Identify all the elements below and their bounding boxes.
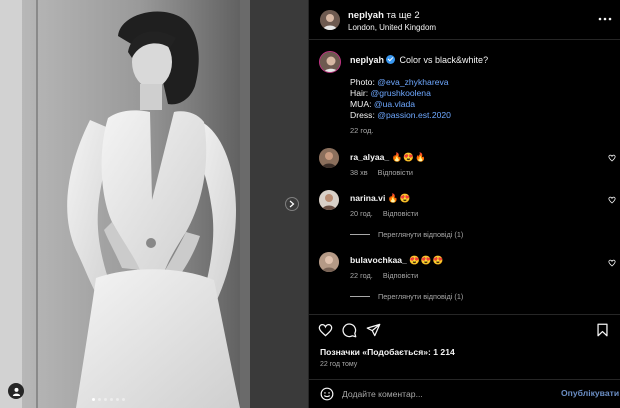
coauthors-link[interactable]: та ще 2 <box>387 10 420 21</box>
credit-handle-link[interactable]: @eva_zhykhareva <box>377 77 448 87</box>
comment-button[interactable] <box>342 323 357 340</box>
credit-line: MUA: @ua.vlada <box>350 99 451 110</box>
credit-line: Hair: @grushkoolena <box>350 88 451 99</box>
carousel-dot <box>110 398 113 401</box>
author-username[interactable]: neplyah <box>348 10 384 21</box>
comment-text: 😍😍😍 <box>409 255 445 265</box>
caption-time: 22 год. <box>350 126 374 135</box>
comment-text: 🔥😍🔥 <box>391 152 427 162</box>
avatar-image <box>319 148 339 168</box>
comment-text: 🔥😍 <box>387 193 412 203</box>
comment-like-button[interactable] <box>608 154 616 164</box>
publish-comment-button[interactable]: Опублікувати <box>561 388 619 398</box>
credit-handle-link[interactable]: @passion.est.2020 <box>377 110 451 120</box>
verified-badge-icon <box>386 55 396 64</box>
heart-icon <box>608 154 616 162</box>
carousel-indicator <box>92 398 125 401</box>
credit-role: Dress: <box>350 110 375 120</box>
user-icon <box>12 387 20 396</box>
credit-role: Photo: <box>350 77 375 87</box>
more-horizontal-icon <box>598 17 612 21</box>
view-replies-label: Переглянути відповіді (1) <box>378 230 464 239</box>
reply-button[interactable]: Відповісти <box>383 271 418 280</box>
comment-like-button[interactable] <box>608 196 616 206</box>
author-avatar[interactable] <box>320 10 340 30</box>
avatar-image <box>320 52 340 72</box>
heart-icon <box>608 259 616 267</box>
caption-line: neplyah Color vs black&white? <box>350 55 488 65</box>
comment-line: bulavochkaa_ 😍😍😍 <box>350 255 444 266</box>
emoji-icon <box>320 387 334 401</box>
comment-like-button[interactable] <box>608 259 616 269</box>
save-button[interactable] <box>596 323 609 339</box>
post-timestamp: 22 год тому <box>320 361 358 368</box>
like-button[interactable] <box>318 323 333 339</box>
avatar-image <box>319 252 339 272</box>
bookmark-icon <box>597 323 608 337</box>
commenter-username[interactable]: ra_alyaa_ <box>350 152 389 162</box>
commenter-username[interactable]: bulavochkaa_ <box>350 255 407 265</box>
reply-button[interactable]: Відповісти <box>383 209 418 218</box>
action-bar <box>309 314 620 344</box>
share-button[interactable] <box>366 323 381 339</box>
send-icon <box>366 323 381 337</box>
likes-count[interactable]: Позначки «Подобається»: 1 214 <box>320 347 455 357</box>
carousel-next-button[interactable] <box>285 197 299 211</box>
comment-time: 20 год. <box>350 209 373 218</box>
comment-input[interactable] <box>342 386 542 401</box>
replies-divider <box>350 234 370 235</box>
reply-button[interactable]: Відповісти <box>378 168 413 177</box>
avatar-image <box>320 10 340 30</box>
carousel-dot <box>116 398 119 401</box>
tagged-users-button[interactable] <box>8 383 24 399</box>
credit-role: Hair: <box>350 88 369 98</box>
comment-line: narina.vi 🔥😍 <box>350 193 411 204</box>
instagram-post-modal: neplyah та ще 2 London, United Kingdom n… <box>0 0 620 408</box>
photo-image <box>0 0 308 408</box>
heart-icon <box>318 323 333 337</box>
comment-meta: 38 хв Відповісти <box>350 168 423 177</box>
credit-role: MUA: <box>350 99 372 109</box>
carousel-dot <box>104 398 107 401</box>
commenter-avatar[interactable] <box>319 252 339 272</box>
carousel-dot <box>98 398 101 401</box>
commenter-username[interactable]: narina.vi <box>350 193 385 203</box>
add-comment-bar: Опублікувати <box>309 379 620 408</box>
comment-meta: 20 год. Відповісти <box>350 209 428 218</box>
comment-time: 22 год. <box>350 271 373 280</box>
replies-divider <box>350 296 370 297</box>
credit-line: Photo: @eva_zhykhareva <box>350 77 451 88</box>
view-replies-label: Переглянути відповіді (1) <box>378 292 464 301</box>
credit-handle-link[interactable]: @grushkoolena <box>371 88 431 98</box>
more-options-button[interactable] <box>598 13 612 23</box>
carousel-dot <box>122 398 125 401</box>
caption-avatar[interactable] <box>319 51 341 73</box>
post-photo[interactable] <box>0 0 308 408</box>
comment-line: ra_alyaa_ 🔥😍🔥 <box>350 152 427 163</box>
chevron-right-icon <box>289 200 295 208</box>
comment-bubble-icon <box>342 323 357 338</box>
carousel-dot <box>92 398 95 401</box>
caption-text: Color vs black&white? <box>399 55 489 65</box>
caption-username[interactable]: neplyah <box>350 55 384 65</box>
commenter-avatar[interactable] <box>319 148 339 168</box>
view-replies-button[interactable]: Переглянути відповіді (1) <box>350 292 463 301</box>
avatar-image <box>319 190 339 210</box>
comment-time: 38 хв <box>350 168 368 177</box>
comment-meta: 22 год. Відповісти <box>350 271 428 280</box>
post-header: neplyah та ще 2 London, United Kingdom <box>309 0 620 40</box>
credit-line: Dress: @passion.est.2020 <box>350 110 451 121</box>
commenter-avatar[interactable] <box>319 190 339 210</box>
credit-handle-link[interactable]: @ua.vlada <box>374 99 415 109</box>
author-line: neplyah та ще 2 <box>348 10 420 21</box>
heart-icon <box>608 196 616 204</box>
emoji-button[interactable] <box>320 387 334 403</box>
location-link[interactable]: London, United Kingdom <box>348 23 436 32</box>
view-replies-button[interactable]: Переглянути відповіді (1) <box>350 230 463 239</box>
caption-credits: Photo: @eva_zhykhareva Hair: @grushkoole… <box>350 77 451 121</box>
post-details-panel: neplyah та ще 2 London, United Kingdom n… <box>308 0 620 408</box>
